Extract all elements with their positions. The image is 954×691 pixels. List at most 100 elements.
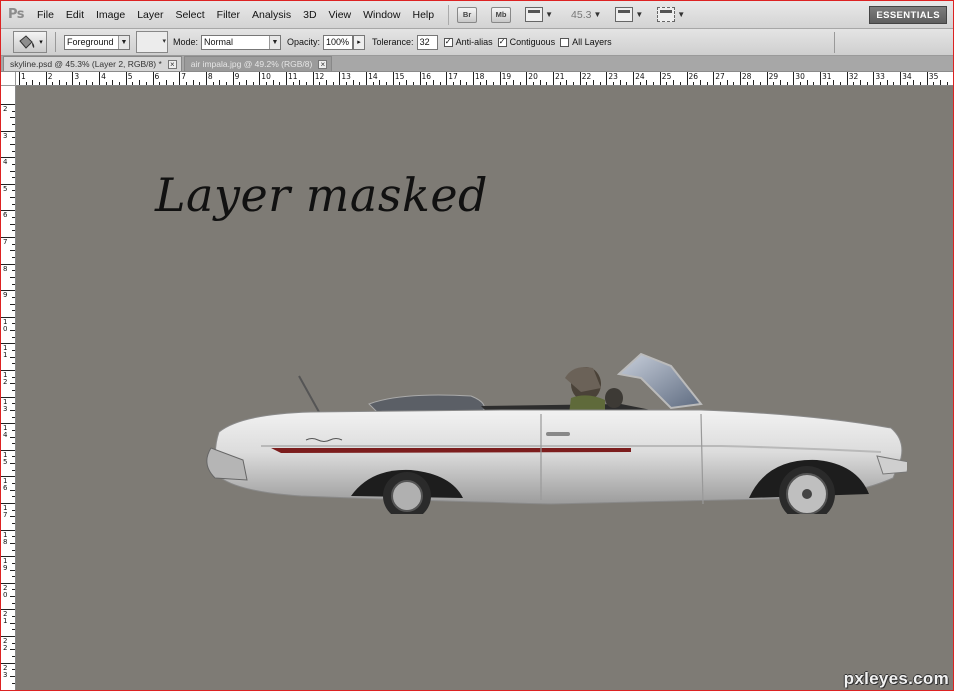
ruler-tick (299, 80, 301, 85)
ruler-origin[interactable] (1, 72, 16, 86)
ruler-tick (326, 80, 328, 85)
ruler-tick (132, 82, 134, 85)
essentials-workspace-button[interactable]: ESSENTIALS (869, 6, 947, 24)
ruler-tick (152, 72, 154, 85)
ruler-tick (492, 82, 494, 85)
screen-mode-button[interactable]: ▼ (657, 7, 685, 22)
ruler-tick (613, 82, 615, 85)
ruler-tick (12, 150, 15, 152)
menu-file[interactable]: File (31, 9, 60, 21)
opacity-slider-button[interactable]: ▸ (353, 34, 366, 50)
ruler-tick (1, 582, 15, 584)
ruler-tick (12, 536, 15, 538)
ruler-tick (12, 310, 15, 312)
ruler-tick (346, 82, 348, 85)
ruler-tick (926, 72, 928, 85)
ruler-tick-label: 12 (3, 371, 8, 386)
menu-select[interactable]: Select (169, 9, 210, 21)
ruler-tick (12, 217, 15, 219)
tolerance-input[interactable]: 32 (416, 34, 438, 50)
tool-preset-picker[interactable]: ▾ (13, 31, 47, 53)
arrange-documents-button[interactable]: ▼ (615, 7, 643, 22)
ruler-tick (172, 82, 174, 85)
document-canvas[interactable]: Layer masked pxleyes.com (16, 86, 953, 690)
ruler-tick-label: 11 (288, 72, 298, 81)
view-extras-button[interactable]: ▼ (525, 7, 553, 22)
horizontal-ruler[interactable]: 1 2 3 4 5 6 7 8 9 10 11 12 13 14 15 16 17 18 19 20 21 22 23 24 2… (16, 72, 953, 86)
menu-help[interactable]: Help (406, 9, 440, 21)
ruler-tick-label: 29 (768, 72, 779, 81)
menu-3d[interactable]: 3D (297, 9, 322, 21)
ruler-tick-label: 18 (3, 530, 8, 546)
close-icon[interactable]: × (318, 59, 328, 69)
ruler-tick-label: 2 (3, 105, 8, 113)
contiguous-checkbox[interactable]: ✓ (497, 37, 507, 47)
ruler-tick (666, 82, 668, 85)
ruler-tick-label: 6 (154, 72, 160, 81)
ruler-tick (10, 223, 15, 225)
ruler-tick (12, 389, 15, 391)
ruler-tick-label: 11 (3, 344, 8, 360)
menu-filter[interactable]: Filter (211, 9, 246, 21)
document-tab-skyline[interactable]: skyline.psd @ 45.3% (Layer 2, RGB/8) * × (3, 56, 182, 71)
ruler-tick (10, 675, 15, 677)
blend-mode-value: Normal (204, 37, 234, 47)
ruler-tick-label: 27 (715, 72, 725, 81)
chevron-down-icon: ▼ (118, 35, 129, 49)
ruler-tick (446, 72, 448, 85)
menu-view[interactable]: View (323, 9, 358, 21)
ruler-tick (10, 250, 15, 252)
zoom-level[interactable]: 45.3 (571, 9, 591, 21)
ruler-tick (706, 82, 708, 85)
ruler-tick-label: 19 (501, 72, 512, 81)
ruler-tick (212, 82, 214, 85)
launch-bridge-button[interactable]: Br (457, 6, 478, 23)
ruler-tick (512, 80, 514, 85)
document-tab-air-impala[interactable]: air impala.jpg @ 49.2% (RGB/8) × (183, 56, 333, 71)
ruler-tick (72, 72, 74, 85)
chevron-down-icon: ▾ (39, 39, 43, 46)
launch-mini-bridge-button[interactable]: Mb (491, 6, 512, 23)
vertical-ruler[interactable]: 2 3 4 5 6 7 8 9 10 11 12 13 14 15 16 17 18 19 20 21 22 23 (1, 86, 16, 690)
pattern-picker[interactable] (136, 31, 168, 53)
ruler-tick (185, 82, 187, 85)
ruler-tick (1, 370, 15, 371)
ruler-tick-label: 33 (875, 72, 885, 81)
blend-mode-select[interactable]: Normal ▼ (201, 34, 282, 50)
menu-layer[interactable]: Layer (131, 9, 169, 21)
ruler-tick (573, 82, 575, 85)
ruler-tick (946, 82, 948, 85)
ruler-tick (466, 82, 468, 85)
ruler-tick (232, 72, 234, 85)
ruler-tick (1, 210, 15, 212)
ruler-tick (840, 82, 842, 85)
menu-image[interactable]: Image (90, 9, 131, 21)
ruler-tick (526, 72, 528, 85)
menu-analysis[interactable]: Analysis (246, 9, 297, 21)
ruler-tick-label: 21 (3, 610, 8, 626)
ruler-tick (366, 72, 368, 85)
ruler-tick (399, 82, 401, 85)
ruler-tick (813, 82, 815, 85)
ruler-tick (519, 82, 521, 85)
ruler-tick (245, 80, 247, 85)
ruler-tick (1, 157, 15, 159)
chevron-down-icon[interactable]: ▼ (593, 10, 601, 19)
all-layers-checkbox[interactable] (560, 37, 570, 47)
ruler-tick (12, 483, 15, 485)
ruler-tick (753, 80, 755, 85)
ruler-tick (59, 80, 61, 85)
menu-window[interactable]: Window (357, 9, 406, 21)
opacity-input[interactable]: 100% (323, 34, 354, 50)
ruler-tick (719, 82, 721, 85)
close-icon[interactable]: × (167, 59, 177, 69)
ruler-tick (12, 283, 15, 285)
ruler-tick (12, 323, 15, 325)
ruler-tick (379, 80, 381, 85)
ruler-tick-label: 26 (688, 72, 699, 81)
menu-edit[interactable]: Edit (60, 9, 90, 21)
ruler-tick (1, 396, 15, 398)
fill-source-select[interactable]: Foreground ▼ (64, 34, 130, 50)
anti-alias-checkbox[interactable]: ✓ (443, 37, 453, 47)
ruler-tick (12, 562, 15, 564)
